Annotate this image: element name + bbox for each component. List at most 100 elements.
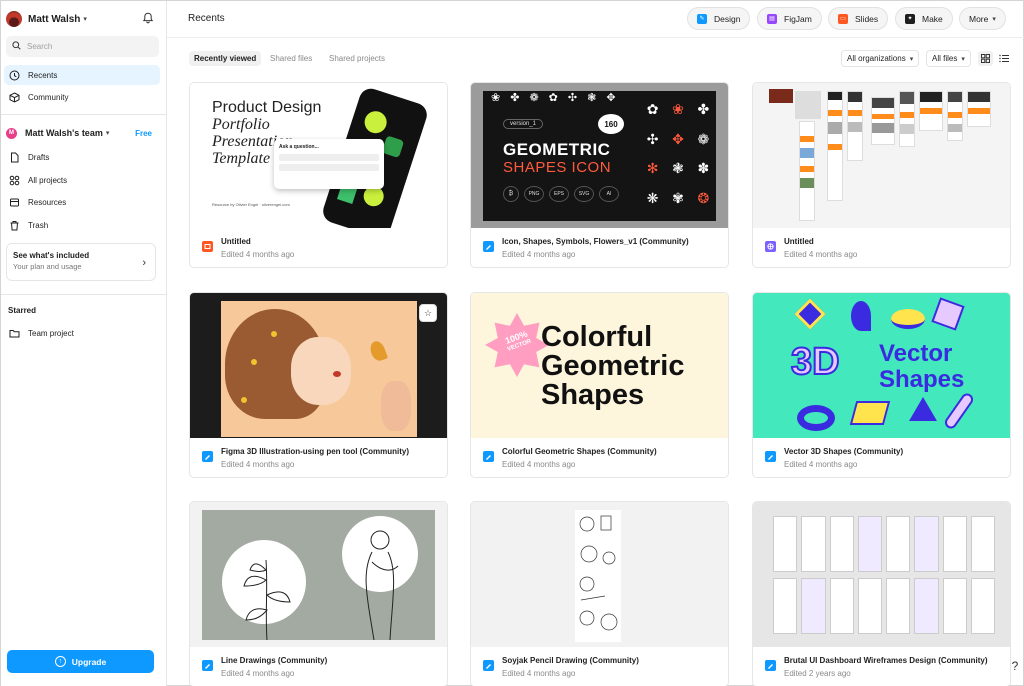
file-title: Brutal UI Dashboard Wireframes Design (C… bbox=[784, 656, 988, 665]
organization-filter[interactable]: All organizations ▾ bbox=[841, 50, 920, 67]
thumb-text: Geometric bbox=[541, 350, 685, 382]
thumb-text: Shapes bbox=[879, 366, 965, 393]
app-window: Matt Walsh ▾ Recents Community M Matt Wa… bbox=[0, 0, 1024, 686]
nav-item-recents[interactable]: Recents bbox=[4, 65, 160, 85]
file-edited: Edited 4 months ago bbox=[502, 669, 576, 678]
upgrade-label: Upgrade bbox=[71, 656, 107, 667]
help-button[interactable]: ? bbox=[1007, 658, 1023, 674]
design-icon bbox=[483, 660, 494, 671]
starred-item-team-project[interactable]: Team project bbox=[4, 323, 160, 343]
file-card[interactable]: Soyjak Pencil Drawing (Community) Edited… bbox=[470, 501, 729, 686]
thumb-text: GEOMETRIC bbox=[503, 140, 611, 159]
file-card[interactable]: version_1 160 GEOMETRIC SHAPES ICON ₿ PN… bbox=[470, 82, 729, 268]
file-edited: Edited 4 months ago bbox=[784, 250, 858, 259]
more-button[interactable]: More ▾ bbox=[959, 7, 1006, 30]
file-card[interactable]: Line Drawings (Community) Edited 4 month… bbox=[189, 501, 448, 686]
file-thumbnail bbox=[190, 293, 447, 438]
file-thumbnail: Product Design Portfolio Presentation Te… bbox=[190, 83, 447, 228]
thumb-text: 160 bbox=[598, 114, 624, 134]
file-card[interactable]: ☆ Figma 3D Illustration-using pen tool (… bbox=[189, 292, 448, 478]
search-box[interactable] bbox=[6, 36, 159, 57]
nav-label: All projects bbox=[28, 175, 68, 185]
nav-item-all-projects[interactable]: All projects bbox=[4, 170, 160, 190]
question-popup: Ask a question... bbox=[274, 139, 384, 189]
plan-card-subtitle: Your plan and usage bbox=[13, 262, 82, 271]
thumb-text: Vector bbox=[879, 340, 953, 367]
design-icon bbox=[483, 241, 494, 252]
thumb-text: EPS bbox=[549, 186, 569, 202]
team-switcher[interactable]: M Matt Walsh's team ▾ Free bbox=[6, 126, 158, 140]
filter-label: All organizations bbox=[847, 54, 906, 63]
illustration bbox=[221, 301, 417, 437]
file-type-filter[interactable]: All files ▾ bbox=[926, 50, 971, 67]
file-title: Line Drawings (Community) bbox=[221, 656, 328, 665]
nav-label: Community bbox=[28, 92, 69, 102]
nav-label: Drafts bbox=[28, 152, 50, 162]
button-label: FigJam bbox=[784, 13, 812, 24]
design-icon bbox=[202, 451, 213, 462]
star-icon[interactable]: ☆ bbox=[419, 304, 437, 322]
chevron-down-icon: ▾ bbox=[105, 130, 110, 137]
team-name: Matt Walsh's team bbox=[25, 128, 103, 138]
site-icon bbox=[765, 241, 776, 252]
design-icon: ✎ bbox=[697, 13, 707, 24]
nav-item-drafts[interactable]: Drafts bbox=[4, 147, 160, 167]
bell-icon[interactable] bbox=[142, 12, 154, 24]
file-icon bbox=[9, 152, 20, 163]
divider bbox=[1, 294, 166, 295]
nav-label: Trash bbox=[28, 220, 49, 230]
nav-item-community[interactable]: Community bbox=[4, 87, 160, 107]
thumb-text: AI bbox=[599, 186, 619, 202]
file-card[interactable]: 3D Vector Shapes Vector 3D Shapes (Commu… bbox=[752, 292, 1011, 478]
nav-item-trash[interactable]: Trash bbox=[4, 215, 160, 235]
starred-heading: Starred bbox=[8, 306, 37, 315]
new-figjam-button[interactable]: ▤ FigJam bbox=[757, 7, 822, 30]
button-label: Slides bbox=[855, 13, 879, 24]
file-card[interactable]: Product Design Portfolio Presentation Te… bbox=[189, 82, 448, 268]
chevron-down-icon: ▾ bbox=[909, 55, 914, 63]
file-title: Soyjak Pencil Drawing (Community) bbox=[502, 656, 639, 665]
file-thumbnail bbox=[753, 83, 1010, 228]
thumb-text: SVG bbox=[574, 186, 594, 202]
file-card[interactable]: Brutal UI Dashboard Wireframes Design (C… bbox=[752, 501, 1011, 686]
tab-shared-files[interactable]: Shared files bbox=[265, 51, 317, 66]
arrow-up-icon: ↑ bbox=[54, 656, 66, 667]
plan-card[interactable]: See what's included Your plan and usage … bbox=[6, 243, 156, 281]
thumb-text: Ask a question... bbox=[279, 144, 319, 150]
header-divider bbox=[167, 37, 1024, 38]
avatar bbox=[6, 11, 22, 27]
file-edited: Edited 4 months ago bbox=[784, 460, 858, 469]
grid-icon bbox=[9, 175, 20, 186]
file-title: Untitled bbox=[784, 237, 814, 246]
file-title: Colorful Geometric Shapes (Community) bbox=[502, 447, 657, 456]
file-thumbnail bbox=[753, 502, 1010, 647]
plan-badge: Free bbox=[135, 128, 152, 138]
nav-item-resources[interactable]: Resources bbox=[4, 192, 160, 212]
file-edited: Edited 2 years ago bbox=[784, 669, 851, 678]
tab-shared-projects[interactable]: Shared projects bbox=[324, 51, 390, 66]
grid-view-icon[interactable] bbox=[978, 51, 993, 66]
account-name: Matt Walsh bbox=[28, 13, 81, 25]
figjam-icon: ▤ bbox=[767, 13, 777, 24]
button-label: More bbox=[969, 13, 989, 24]
trash-icon bbox=[9, 220, 20, 231]
new-design-button[interactable]: ✎ Design bbox=[687, 7, 751, 30]
clock-icon bbox=[9, 70, 20, 81]
search-icon bbox=[12, 41, 21, 52]
file-card[interactable]: 100% VECTOR Colorful Geometric Shapes Co… bbox=[470, 292, 729, 478]
account-switcher[interactable]: Matt Walsh ▾ bbox=[6, 10, 87, 28]
new-make-button[interactable]: ✦ Make bbox=[895, 7, 953, 30]
folder-icon bbox=[9, 328, 20, 339]
file-thumbnail: 3D Vector Shapes bbox=[753, 293, 1010, 438]
file-title: Untitled bbox=[221, 237, 251, 246]
file-card[interactable]: Untitled Edited 4 months ago bbox=[752, 82, 1011, 268]
new-slides-button[interactable]: ▭ Slides bbox=[828, 7, 889, 30]
upgrade-button[interactable]: ↑ Upgrade bbox=[7, 650, 154, 673]
tab-recently-viewed[interactable]: Recently viewed bbox=[189, 51, 262, 66]
chevron-right-icon: › bbox=[142, 257, 146, 269]
file-thumbnail bbox=[190, 502, 447, 647]
nav-label: Recents bbox=[28, 70, 58, 80]
list-view-icon[interactable] bbox=[996, 51, 1011, 66]
search-input[interactable] bbox=[27, 42, 147, 51]
divider bbox=[1, 114, 166, 115]
